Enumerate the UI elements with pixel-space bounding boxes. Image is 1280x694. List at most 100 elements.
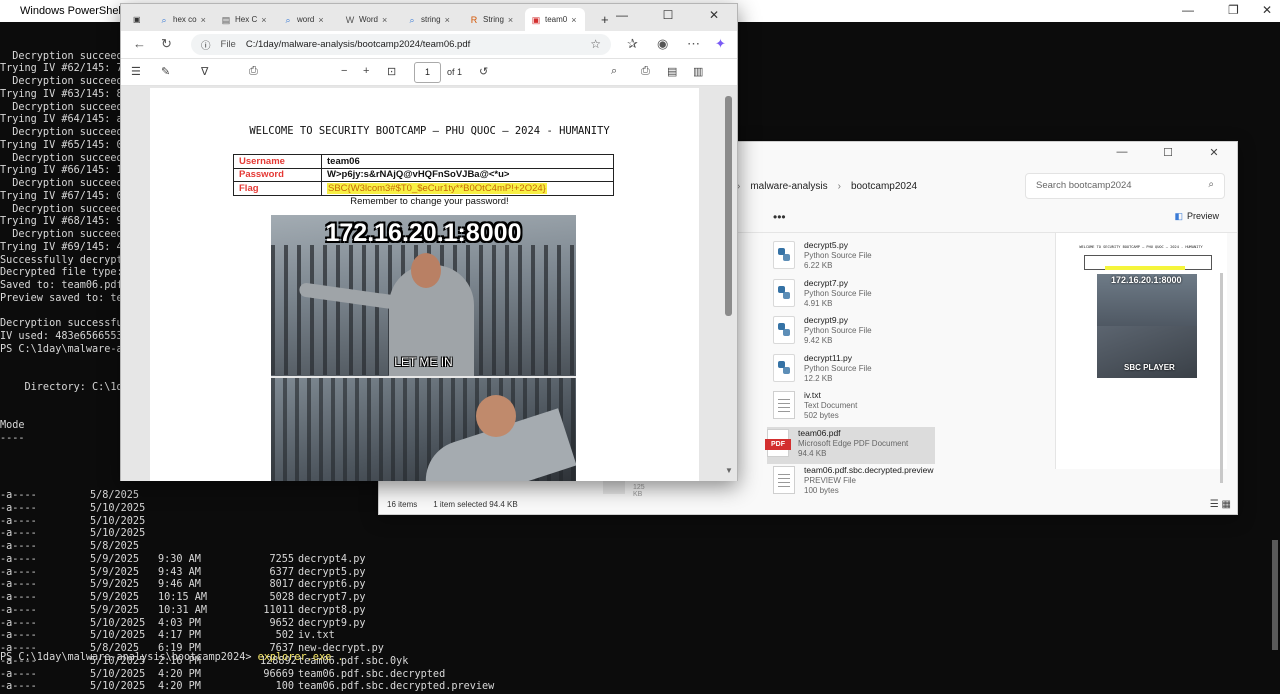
save-icon[interactable]: ▤: [667, 65, 677, 78]
maximize-icon[interactable]: ❐: [1228, 3, 1239, 17]
zoom-in-icon[interactable]: +: [363, 65, 369, 77]
tab-word[interactable]: ⌕ word ×: [277, 8, 337, 31]
tab-actions-icon[interactable]: ▣: [127, 8, 149, 31]
breadcrumb[interactable]: › malware-analysis › bootcamp2024: [737, 174, 917, 198]
file-name: decrypt7.py: [804, 277, 848, 288]
file-item[interactable]: decrypt11.py Python Source File 12.2 KB: [773, 352, 953, 390]
file-item[interactable]: decrypt9.py Python Source File 9.42 KB: [773, 314, 953, 352]
entry-name: decrypt8.py: [298, 604, 366, 616]
file-item[interactable]: PDF team06.pdf Microsoft Edge PDF Document…: [765, 426, 935, 464]
close-tab-icon[interactable]: ×: [571, 15, 576, 25]
entry-mode: -a----: [0, 604, 37, 616]
text-file-icon: [773, 391, 795, 419]
fit-page-icon[interactable]: ⊡: [387, 65, 396, 78]
entry-size: 11011: [263, 604, 294, 616]
file-item[interactable]: decrypt5.py Python Source File 6.22 KB: [773, 239, 953, 277]
read-aloud-icon[interactable]: ⎙: [249, 65, 258, 78]
minimize-icon[interactable]: —: [1099, 146, 1145, 159]
file-size: 4.91 KB: [804, 298, 833, 308]
refresh-icon[interactable]: ↻: [161, 36, 172, 52]
meme-caption-top: 172.16.20.1:8000: [325, 219, 522, 247]
tab-string[interactable]: ⌕ string ×: [401, 8, 461, 31]
file-item[interactable]: team06.pdf.sbc.decrypted.preview PREVIEW …: [773, 464, 953, 502]
file-size: 9.42 KB: [804, 336, 833, 345]
file-item[interactable]: iv.txt Text Document 502 bytes: [773, 389, 953, 427]
powershell-prompt[interactable]: PS C:\1day\malware-analysis\bootcamp2024…: [0, 652, 343, 663]
entry-time: 4:20 PM: [158, 668, 201, 680]
minimize-icon[interactable]: —: [599, 8, 645, 22]
entry-date: 5/10/2025: [90, 502, 146, 514]
more-options-icon[interactable]: ⋯: [687, 36, 700, 52]
scroll-down-icon[interactable]: ▼: [725, 466, 733, 475]
entry-date: 5/9/2025: [90, 553, 140, 565]
search-icon[interactable]: ⌕: [611, 65, 617, 78]
pdf-viewer[interactable]: WELCOME TO SECURITY BOOTCAMP – PHU QUOC …: [121, 86, 737, 481]
file-type: Microsoft Edge PDF Document: [798, 438, 909, 448]
tab-word[interactable]: W Word ×: [339, 8, 399, 31]
python-file-icon: [773, 278, 795, 307]
draw-icon[interactable]: ∇: [201, 65, 208, 78]
close-icon[interactable]: ✕: [1191, 146, 1237, 159]
text-file-icon: [773, 466, 795, 494]
file-type: Python Source File: [804, 326, 872, 335]
edge-browser-window[interactable]: ▣ ⌕ hex co × ▤ Hex C × ⌕ word × W Word × ⌕ string × R St…: [120, 3, 738, 481]
breadcrumb-item[interactable]: malware-analysis: [750, 181, 827, 192]
prompt-path: PS C:\1day\malware-analysis\bootcamp2024…: [0, 652, 258, 663]
close-tab-icon[interactable]: ×: [201, 15, 206, 25]
prompt-command: explorer.exe .: [257, 652, 344, 663]
file-type: Text Document: [804, 401, 858, 410]
contents-icon[interactable]: ☰: [131, 65, 141, 78]
copilot-icon[interactable]: ✦: [715, 36, 726, 52]
page-icon: ▤: [221, 14, 231, 25]
pdf-title: WELCOME TO SECURITY BOOTCAMP – PHU QUOC …: [249, 125, 610, 137]
print-icon[interactable]: ⎙: [641, 65, 650, 78]
entry-date: 5/10/2025: [90, 681, 146, 693]
highlight-icon[interactable]: ✎: [161, 65, 170, 78]
preview-scrollbar[interactable]: [1220, 273, 1223, 483]
close-tab-icon[interactable]: ×: [382, 15, 387, 25]
entry-name: decrypt9.py: [298, 617, 366, 629]
file-list: decrypt5.py Python Source File 6.22 KB decr…: [765, 239, 953, 502]
pdf-scrollbar[interactable]: [725, 96, 732, 316]
save-as-icon[interactable]: ▥: [693, 65, 703, 78]
tab-team0[interactable]: ▣ team0 ×: [525, 8, 585, 31]
close-tab-icon[interactable]: ×: [508, 15, 513, 25]
zoom-out-icon[interactable]: −: [341, 65, 347, 77]
tab-hex-c[interactable]: ▤ Hex C ×: [215, 8, 275, 31]
profile-icon[interactable]: ◉: [657, 36, 668, 52]
close-tab-icon[interactable]: ×: [318, 15, 323, 25]
close-tab-icon[interactable]: ×: [445, 15, 450, 25]
more-options-icon[interactable]: •••: [773, 210, 786, 224]
back-icon[interactable]: ←: [133, 36, 146, 51]
rotate-icon[interactable]: ↺: [479, 65, 488, 78]
preview-pane-button[interactable]: ◧ Preview: [1174, 211, 1219, 222]
file-item[interactable]: decrypt7.py Python Source File 4.91 KB: [773, 277, 953, 315]
page-number-input[interactable]: 1: [414, 62, 441, 83]
favorites-icon[interactable]: ✰: [627, 36, 638, 52]
entry-size: 100: [275, 681, 294, 693]
close-icon[interactable]: ✕: [691, 8, 737, 22]
search-input[interactable]: Search bootcamp2024 ⌕: [1025, 173, 1225, 199]
maximize-icon[interactable]: ☐: [645, 8, 691, 22]
maximize-icon[interactable]: ☐: [1145, 146, 1191, 159]
tab-string[interactable]: R String ×: [463, 8, 523, 31]
favorite-icon[interactable]: ☆: [590, 37, 601, 51]
tab-strip: ▣ ⌕ hex co × ▤ Hex C × ⌕ word × W Word × ⌕ string × R St…: [121, 4, 737, 31]
file-type: Python Source File: [804, 363, 872, 373]
entry-time: 4:17 PM: [158, 630, 201, 642]
entry-mode: -a----: [0, 515, 37, 527]
close-icon[interactable]: ✕: [1262, 3, 1272, 17]
tab-hex-co[interactable]: ⌕ hex co ×: [153, 8, 213, 31]
tab-label: word: [297, 15, 315, 24]
powershell-scrollbar[interactable]: [1272, 540, 1278, 650]
breadcrumb-item[interactable]: bootcamp2024: [851, 181, 917, 192]
address-bar[interactable]: ⓘ File C:/1day/malware-analysis/bootcamp…: [191, 34, 611, 55]
tab-label: String: [483, 15, 504, 24]
file-size: 100 bytes: [804, 486, 839, 495]
entry-date: 5/10/2025: [90, 630, 146, 642]
entry-time: 9:30 AM: [158, 553, 201, 565]
close-tab-icon[interactable]: ×: [261, 15, 266, 25]
view-toggle-icon[interactable]: ☰ ▦: [1210, 499, 1231, 510]
item-count: 16 items: [387, 500, 418, 509]
minimize-icon[interactable]: —: [1182, 3, 1194, 17]
